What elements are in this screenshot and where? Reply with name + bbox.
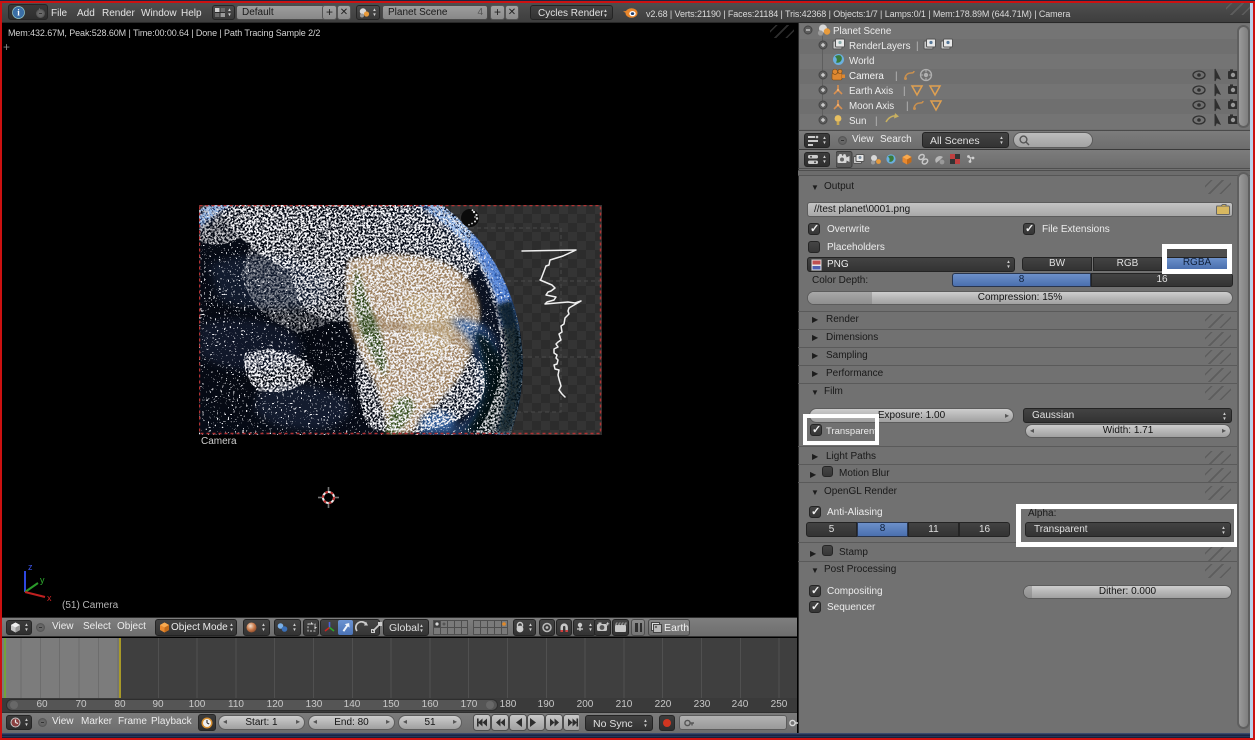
svg-text:Moon Axis: Moon Axis [849, 101, 894, 112]
svg-text:z: z [28, 562, 33, 572]
svg-text:|: | [916, 41, 919, 52]
svg-text:Planet Scene: Planet Scene [833, 26, 892, 37]
svg-text:World: World [849, 56, 874, 67]
svg-text:|: | [903, 86, 906, 97]
svg-text:Earth Axis: Earth Axis [849, 86, 893, 97]
svg-text:RenderLayers: RenderLayers [849, 41, 911, 52]
svg-text:x: x [47, 593, 52, 603]
svg-text:Sun: Sun [849, 116, 866, 127]
svg-text:Camera: Camera [849, 71, 884, 82]
svg-text:|: | [906, 101, 909, 112]
svg-text:|: | [895, 71, 898, 82]
svg-text:+: + [606, 622, 610, 628]
svg-text:y: y [40, 575, 45, 585]
svg-text:|: | [875, 116, 878, 127]
